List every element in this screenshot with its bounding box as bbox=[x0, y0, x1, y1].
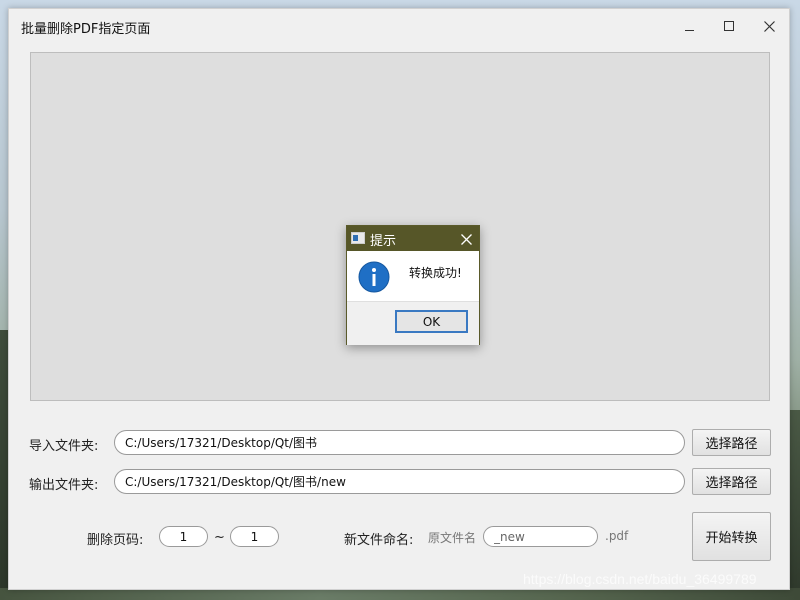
dialog-body: 转换成功! bbox=[347, 251, 479, 301]
delete-pages-label: 删除页码: bbox=[87, 533, 144, 548]
page-to-input[interactable] bbox=[230, 526, 279, 547]
page-from-input[interactable] bbox=[159, 526, 208, 547]
maximize-button[interactable] bbox=[709, 9, 749, 43]
import-folder-label: 导入文件夹: bbox=[29, 439, 99, 454]
export-folder-input[interactable] bbox=[114, 469, 685, 494]
minimize-icon bbox=[684, 29, 694, 31]
original-filename-text: 原文件名 bbox=[428, 531, 477, 545]
file-extension-text: .pdf bbox=[605, 529, 629, 543]
app-icon bbox=[351, 232, 365, 244]
close-icon bbox=[460, 233, 472, 245]
new-filename-label: 新文件命名: bbox=[344, 533, 414, 548]
dialog-close-button[interactable] bbox=[455, 228, 477, 250]
filename-suffix-input[interactable] bbox=[483, 526, 598, 547]
watermark: https://blog.csdn.net/baidu_36499789 bbox=[523, 571, 757, 587]
close-icon bbox=[763, 20, 775, 32]
select-export-path-button[interactable]: 选择路径 bbox=[692, 468, 771, 495]
export-folder-label: 输出文件夹: bbox=[29, 478, 99, 493]
dialog-message: 转换成功! bbox=[409, 266, 462, 280]
close-button[interactable] bbox=[749, 9, 789, 43]
select-import-path-button[interactable]: 选择路径 bbox=[692, 429, 771, 456]
title-bar[interactable]: 批量删除PDF指定页面 bbox=[9, 9, 789, 43]
dialog-title-bar[interactable]: 提示 bbox=[347, 226, 479, 251]
info-icon bbox=[358, 261, 390, 293]
maximize-icon bbox=[724, 21, 734, 31]
ok-button[interactable]: OK bbox=[395, 310, 468, 333]
window-title: 批量删除PDF指定页面 bbox=[21, 22, 151, 37]
minimize-button[interactable] bbox=[669, 9, 709, 43]
message-dialog: 提示 转换成功! OK bbox=[346, 225, 480, 345]
dialog-title: 提示 bbox=[370, 234, 397, 249]
start-convert-button[interactable]: 开始转换 bbox=[692, 512, 771, 561]
page-range-separator: ~ bbox=[214, 530, 225, 545]
import-folder-input[interactable] bbox=[114, 430, 685, 455]
